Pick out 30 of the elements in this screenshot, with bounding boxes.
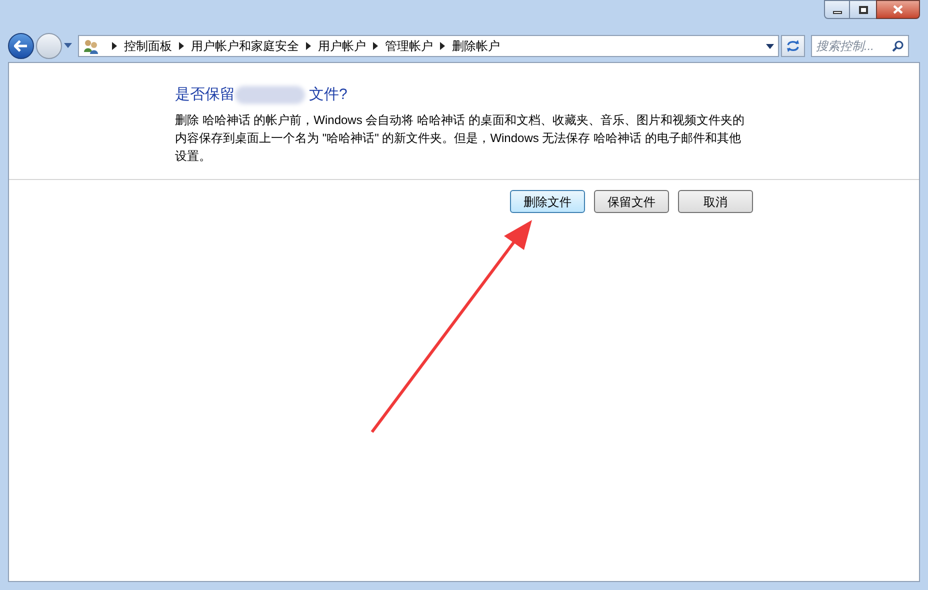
chevron-icon[interactable]: [112, 42, 117, 50]
close-icon: [893, 5, 903, 14]
dropdown-arrow-icon[interactable]: [766, 44, 774, 48]
breadcrumb-item[interactable]: 用户帐户和家庭安全: [191, 37, 299, 55]
dialog-title: 是否保留: [175, 85, 235, 105]
chevron-icon[interactable]: [440, 42, 445, 50]
breadcrumb-item[interactable]: 删除帐户: [452, 37, 500, 55]
redaction-blur: [235, 86, 305, 104]
breadcrumb-item[interactable]: 管理帐户: [385, 37, 433, 55]
dialog-button[interactable]: 删除文件: [510, 190, 585, 213]
description-text: 删除 哈哈神话 的帐户前，Windows 会自动将 哈哈神话 的桌面和文档、收藏夹、音乐、图片和视频文件夹的内容保存到桌面上一个名为 "哈哈神话" 的新文件夹。但是，Windows 无法保存 哈哈神话 的电子邮件和其他设置。: [175, 112, 746, 165]
maximize-button[interactable]: [850, 0, 876, 19]
users-icon: [83, 38, 99, 54]
search-field[interactable]: 搜索控制...: [811, 35, 909, 57]
dialog-button[interactable]: 取消: [678, 190, 753, 213]
breadcrumb-item[interactable]: 控制面板: [124, 37, 172, 55]
chevron-icon[interactable]: [179, 42, 184, 50]
dialog-button[interactable]: 保留文件: [594, 190, 669, 213]
chevron-icon[interactable]: [306, 42, 311, 50]
search-icon: [892, 40, 904, 52]
refresh-button[interactable]: [781, 35, 805, 57]
breadcrumb-item[interactable]: 用户帐户: [318, 37, 366, 55]
refresh-icon: [786, 40, 800, 52]
back-button[interactable]: [8, 33, 34, 59]
chevron-icon[interactable]: [373, 42, 378, 50]
close-button[interactable]: [876, 0, 920, 19]
minimize-button[interactable]: [824, 0, 850, 19]
dialog-title: 文件?: [309, 85, 348, 105]
back-arrow-icon: [14, 40, 28, 52]
address-bar[interactable]: 控制面板 用户帐户和家庭安全 用户帐户 管理帐户 删除帐户: [78, 35, 779, 57]
